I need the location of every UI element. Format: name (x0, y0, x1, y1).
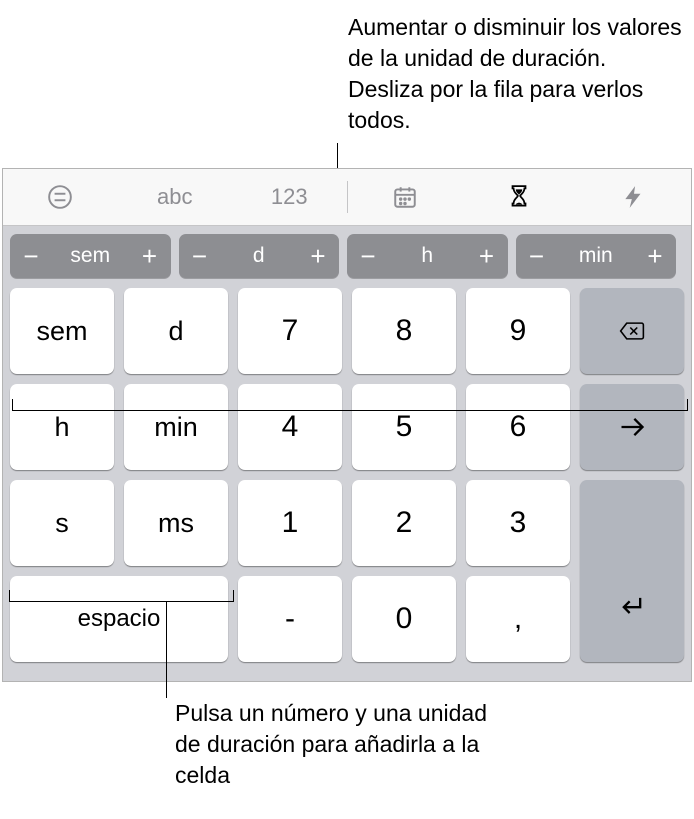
annotation-bottom-text: Pulsa un número y una unidad de duración… (175, 698, 515, 791)
stepper-d-minus[interactable]: − (189, 241, 211, 272)
key-unit-ms[interactable]: ms (124, 480, 228, 566)
stepper-d[interactable]: − d + (179, 234, 340, 278)
hourglass-icon (506, 184, 532, 210)
stepper-h[interactable]: − h + (347, 234, 508, 278)
stepper-d-plus[interactable]: + (307, 241, 329, 272)
stepper-sem[interactable]: − sem + (10, 234, 171, 278)
quick-mode-button[interactable] (577, 169, 692, 225)
stepper-h-plus[interactable]: + (476, 241, 498, 272)
key-comma[interactable]: , (466, 576, 570, 662)
arrow-right-icon (618, 413, 646, 441)
stepper-sem-minus[interactable]: − (20, 241, 42, 272)
backspace-icon (618, 317, 646, 345)
stepper-h-minus[interactable]: − (357, 241, 379, 272)
stepper-min[interactable]: − min + (516, 234, 677, 278)
key-unit-s[interactable]: s (10, 480, 114, 566)
key-backspace[interactable] (580, 288, 684, 374)
key-9[interactable]: 9 (466, 288, 570, 374)
key-return[interactable] (580, 480, 684, 662)
calendar-icon (392, 184, 418, 210)
keypad-grid: sem d 7 8 9 h min 4 5 6 s ms 1 2 3 (3, 286, 691, 681)
text-mode-button[interactable]: abc (118, 169, 233, 225)
formula-icon (47, 184, 73, 210)
stepper-min-minus[interactable]: − (526, 241, 548, 272)
key-8[interactable]: 8 (352, 288, 456, 374)
formula-mode-button[interactable] (3, 169, 118, 225)
annotation-top-text: Aumentar o disminuir los valores de la u… (348, 12, 688, 136)
stepper-min-label: min (579, 244, 613, 268)
duration-keyboard: abc 123 (2, 168, 692, 682)
key-6[interactable]: 6 (466, 384, 570, 470)
key-5[interactable]: 5 (352, 384, 456, 470)
key-3[interactable]: 3 (466, 480, 570, 566)
key-0[interactable]: 0 (352, 576, 456, 662)
key-7[interactable]: 7 (238, 288, 342, 374)
bracket-top (12, 399, 688, 411)
key-unit-d[interactable]: d (124, 288, 228, 374)
return-icon (618, 592, 646, 620)
duration-mode-button[interactable] (462, 169, 577, 225)
number-mode-button[interactable]: 123 (232, 169, 347, 225)
stepper-sem-label: sem (70, 244, 110, 268)
key-4[interactable]: 4 (238, 384, 342, 470)
keyboard-mode-toolbar: abc 123 (3, 169, 691, 226)
key-1[interactable]: 1 (238, 480, 342, 566)
stepper-h-label: h (421, 244, 433, 268)
key-unit-sem[interactable]: sem (10, 288, 114, 374)
lightning-icon (621, 184, 647, 210)
key-space[interactable]: espacio (10, 576, 228, 662)
key-unit-min[interactable]: min (124, 384, 228, 470)
stepper-d-label: d (253, 244, 265, 268)
date-mode-button[interactable] (348, 169, 463, 225)
bracket-bottom (9, 590, 234, 602)
stepper-sem-plus[interactable]: + (139, 241, 161, 272)
unit-stepper-row[interactable]: − sem + − d + − h + − min + (3, 226, 691, 286)
key-next[interactable] (580, 384, 684, 470)
callout-line-bottom (166, 601, 167, 698)
key-2[interactable]: 2 (352, 480, 456, 566)
stepper-min-plus[interactable]: + (644, 241, 666, 272)
key-dash[interactable]: - (238, 576, 342, 662)
key-unit-h[interactable]: h (10, 384, 114, 470)
